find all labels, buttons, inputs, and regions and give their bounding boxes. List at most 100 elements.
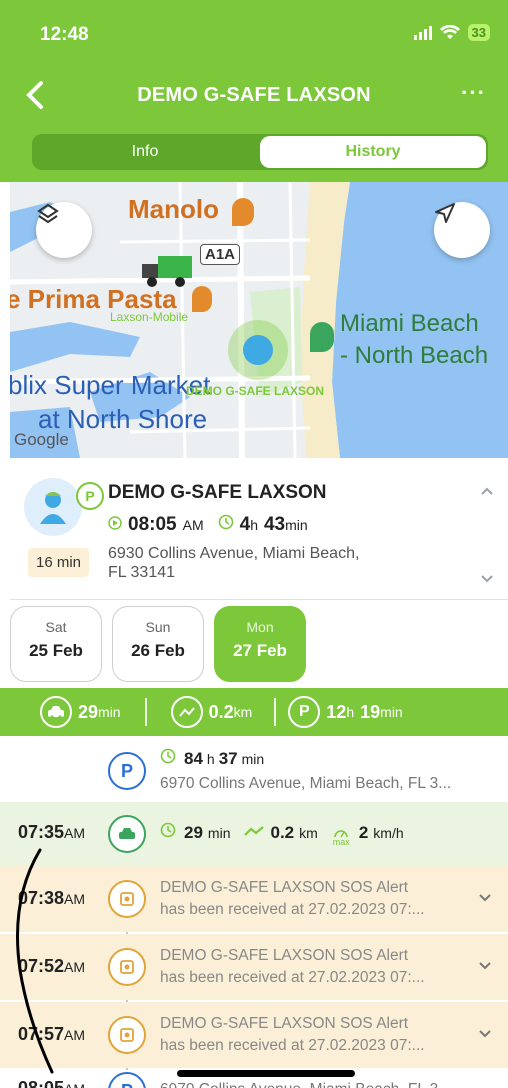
car-icon	[40, 696, 72, 728]
layers-icon	[37, 203, 59, 224]
date-sat[interactable]: Sat 25 Feb	[10, 606, 102, 682]
alert-line-2: has been received at 27.02.2023 07:...	[160, 1037, 425, 1054]
start-time: 08:05	[128, 514, 177, 535]
timeline-alert-entry[interactable]: 07:57AM DEMO G-SAFE LAXSON SOS Alert has…	[0, 1002, 508, 1068]
page-title: DEMO G-SAFE LAXSON	[137, 84, 371, 106]
parked-address: 6970 Collins Avenue, Miami Beach, FL 3..…	[160, 1080, 451, 1088]
device-address: 6930 Collins Avenue, Miami Beach, FL 331…	[108, 544, 408, 582]
speedometer-icon: max	[333, 828, 350, 847]
device-summary-card[interactable]: P DEMO G-SAFE LAXSON 08:05 AM 4h 43 min 1…	[10, 458, 508, 600]
more-button[interactable]: ···	[461, 80, 486, 106]
divider	[144, 698, 147, 726]
device-location-marker[interactable]	[228, 320, 288, 380]
park-minutes: 19	[360, 701, 381, 722]
sos-alert-icon	[108, 948, 146, 986]
timeline-parked-entry[interactable]: P 84 h 37 min 6970 Collins Avenue, Miami B…	[0, 736, 508, 802]
device-name: DEMO G-SAFE LAXSON	[108, 482, 327, 503]
address-line-2: FL 33141	[108, 564, 176, 581]
parked-min-unit: min	[241, 751, 265, 767]
alert-line-1: DEMO G-SAFE LAXSON SOS Alert	[160, 1015, 409, 1032]
trip-distance-unit: km	[299, 825, 318, 841]
chevron-down-icon[interactable]	[478, 958, 492, 976]
parking-icon: P	[288, 696, 321, 728]
parking-icon: P	[108, 1072, 146, 1088]
route-icon	[170, 696, 203, 728]
date-mon[interactable]: Mon 27 Feb	[214, 606, 306, 682]
distance-summary: 0.2 km	[170, 696, 253, 728]
avatar	[24, 478, 82, 536]
trip-duration-unit: min	[207, 825, 231, 841]
distance: 0.2	[208, 701, 234, 722]
map-label-publix-1: blix Super Market	[10, 370, 211, 400]
person-icon	[243, 335, 273, 365]
distance-unit: km	[233, 704, 253, 720]
date-sun[interactable]: Sun 26 Feb	[112, 606, 204, 682]
status-icons: 33	[413, 24, 490, 41]
hand-drawn-stroke	[16, 848, 54, 1074]
time-ago-badge: 16 min	[28, 548, 90, 577]
minutes-unit: min	[285, 517, 308, 533]
start-ampm: AM	[182, 517, 204, 533]
device-time-row: 08:05 AM 4h 43 min	[108, 514, 308, 536]
chevron-up-icon[interactable]	[480, 480, 494, 501]
parked-duration: 84 h 37 min	[160, 748, 264, 769]
parking-icon: P	[108, 752, 146, 790]
status-time: 12:48	[40, 24, 89, 45]
google-logo: Google	[14, 430, 69, 449]
signal-icon	[413, 25, 432, 40]
parked-address: 6970 Collins Avenue, Miami Beach, FL 3..…	[160, 775, 452, 792]
parked-badge: P	[76, 482, 104, 510]
clock-icon	[160, 748, 176, 764]
day-of-week: Mon	[246, 619, 274, 635]
tab-history[interactable]: History	[260, 136, 486, 168]
divider	[274, 698, 277, 726]
park-min-unit: min	[380, 704, 403, 720]
map-view[interactable]: Manolo A1A e Prima Pasta Laxson-Mobile M…	[10, 182, 508, 458]
park-hours: 12	[326, 701, 347, 722]
clock-icon	[160, 822, 176, 838]
trip-duration: 29	[184, 823, 203, 842]
wifi-icon	[439, 24, 460, 39]
map-label-a1a: A1A	[200, 244, 241, 265]
map-label-laxson-mobile: Laxson-Mobile	[110, 310, 189, 324]
sos-alert-icon	[108, 1016, 146, 1054]
route-icon	[244, 826, 265, 836]
car-icon	[108, 815, 146, 853]
chevron-down-icon[interactable]	[478, 890, 492, 908]
timeline-alert-entry[interactable]: 07:52AM DEMO G-SAFE LAXSON SOS Alert has…	[0, 934, 508, 1000]
history-timeline: P 84 h 37 min 6970 Collins Avenue, Miami B…	[0, 736, 508, 1088]
navigation-arrow-icon	[435, 203, 455, 223]
tab-bar: Info History	[32, 134, 488, 170]
duration-minutes: 43	[263, 514, 286, 535]
day-month: 26 Feb	[131, 641, 185, 660]
trip-distance: 0.2	[270, 823, 295, 842]
layers-button[interactable]	[36, 202, 92, 258]
timeline-trip-entry[interactable]: 07:35AM 29 min 0.2 km max 2 km/h	[0, 802, 508, 866]
park-summary: P 12 h 19 min	[288, 696, 403, 728]
drive-time: 29	[78, 701, 99, 722]
timeline-alert-entry[interactable]: 07:38AM DEMO G-SAFE LAXSON SOS Alert has…	[0, 866, 508, 932]
hours-unit: h	[250, 517, 258, 533]
trip-max-speed: 2	[358, 823, 369, 842]
battery-icon: 33	[467, 24, 490, 41]
park-h-unit: h	[346, 704, 355, 720]
chevron-down-icon[interactable]	[480, 568, 494, 589]
tab-info[interactable]: Info	[32, 134, 258, 170]
map-label-miami-beach-1: Miami Beach	[340, 310, 479, 337]
chevron-down-icon[interactable]	[478, 1026, 492, 1044]
day-of-week: Sun	[145, 619, 171, 635]
home-indicator	[177, 1070, 355, 1077]
locate-button[interactable]	[434, 202, 490, 258]
sos-alert-icon	[108, 880, 146, 918]
day-summary-bar: 29 min 0.2 km P 12 h 19 min	[0, 688, 508, 736]
trip-speed-unit: km/h	[373, 825, 404, 841]
alert-line-1: DEMO G-SAFE LAXSON SOS Alert	[160, 947, 409, 964]
restaurant-icon	[232, 198, 254, 226]
play-icon	[108, 516, 122, 530]
alert-line-2: has been received at 27.02.2023 07:...	[160, 969, 425, 986]
day-of-week: Sat	[45, 619, 67, 635]
trip-stats: 29 min 0.2 km max 2 km/h	[160, 822, 404, 847]
day-month: 25 Feb	[29, 641, 83, 660]
alert-line-2: has been received at 27.02.2023 07:...	[160, 901, 425, 918]
map-label-demo: DEMO G-SAFE LAXSON	[186, 384, 325, 398]
